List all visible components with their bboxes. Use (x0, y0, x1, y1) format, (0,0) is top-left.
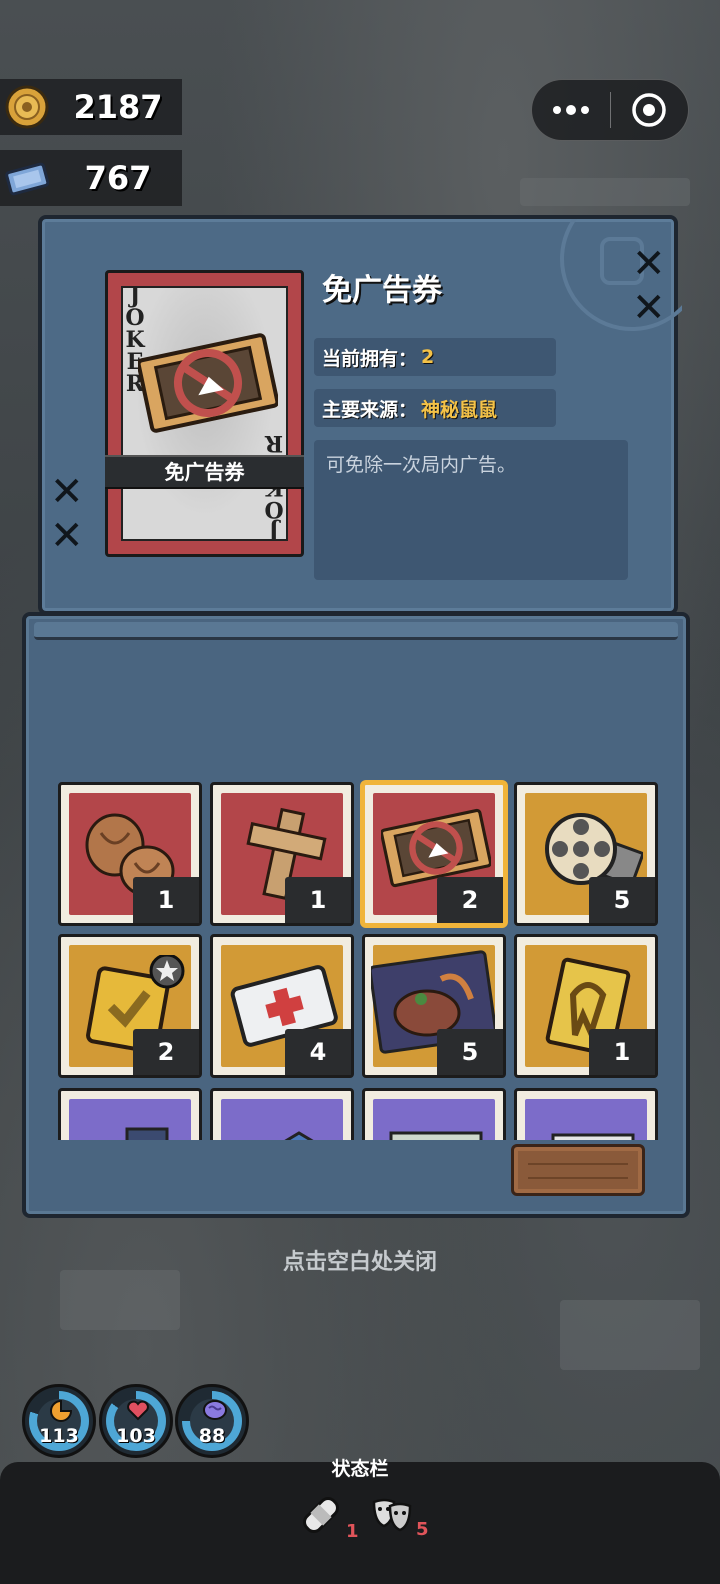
inventory-slot-no-ad-ticket[interactable]: 2 (362, 782, 506, 926)
ticket-icon (0, 151, 54, 205)
item-count: 4 (285, 1029, 351, 1075)
mask-count: 5 (416, 1519, 429, 1540)
inventory-slot-medical-card[interactable]: 4 (210, 934, 354, 1078)
item-count: 2 (437, 877, 503, 923)
x-scratch-decoration: ✕ (632, 241, 666, 287)
purple-item-icon (381, 1121, 491, 1140)
background-shape (560, 1300, 700, 1370)
owned-value: 2 (421, 346, 435, 368)
x-scratch-decoration: ✕ (50, 469, 84, 515)
close-hint[interactable]: 点击空白处关闭 (0, 1244, 720, 1276)
source-label: 主要来源： (322, 398, 418, 421)
status-bar-title: 状态栏 (331, 1458, 389, 1480)
coin-icon (0, 80, 54, 134)
source-row: 主要来源： 神秘鼠鼠 (314, 389, 556, 427)
status-bar: 状态栏 1 5 (0, 1458, 720, 1584)
inventory-slot-steak-package[interactable]: 5 (362, 934, 506, 1078)
item-title: 免广告券 (322, 273, 442, 308)
item-count: 2 (133, 1029, 199, 1075)
wooden-plank-button[interactable] (511, 1144, 645, 1196)
heart-icon (126, 1399, 150, 1425)
more-dots-icon[interactable] (532, 80, 610, 140)
ticket-counter: 767 (0, 150, 182, 206)
purple-item-icon (229, 1121, 339, 1140)
sanity-stat[interactable]: 88 (175, 1384, 249, 1458)
item-count: 1 (133, 877, 199, 923)
owned-label: 当前拥有： (322, 347, 418, 370)
coin-counter: 2187 (0, 79, 182, 135)
card-label: 免广告券 (105, 455, 304, 489)
inventory-slot-purple-item-2[interactable] (210, 1088, 354, 1140)
item-count: 1 (285, 877, 351, 923)
theater-mask-icon (370, 1492, 414, 1540)
owned-row: 当前拥有： 2 (314, 338, 556, 376)
bandage-count: 1 (346, 1521, 359, 1542)
inventory-slot-walnuts[interactable]: 1 (58, 782, 202, 926)
sanity-value: 88 (198, 1425, 226, 1447)
item-count: 5 (589, 877, 655, 923)
item-count: 1 (589, 1029, 655, 1075)
inventory-slot-wooden-cross[interactable]: 1 (210, 782, 354, 926)
background-shape (520, 178, 690, 206)
brain-icon (202, 1399, 228, 1425)
health-stat[interactable]: 103 (99, 1384, 173, 1458)
inventory-slot-purple-item-3[interactable] (362, 1088, 506, 1140)
status-mask[interactable]: 5 (370, 1492, 429, 1540)
purple-item-icon (533, 1121, 643, 1140)
hunger-stat[interactable]: 113 (22, 1384, 96, 1458)
inventory-slot-film-reel[interactable]: 5 (514, 782, 658, 926)
inventory-grid: 1 1 2 5 2 4 5 1 (50, 776, 664, 1140)
panel-flap (34, 622, 678, 640)
item-description: 可免除一次局内广告。 (314, 440, 628, 580)
inventory-slot-gold-ribbon-card[interactable]: 1 (514, 934, 658, 1078)
source-value: 神秘鼠鼠 (421, 398, 498, 421)
purple-item-icon (77, 1121, 187, 1140)
coin-amount: 2187 (73, 88, 163, 126)
status-bandage[interactable]: 1 (298, 1492, 359, 1542)
x-scratch-decoration: ✕ (50, 513, 84, 559)
background-shape (60, 1270, 180, 1330)
hunger-icon (49, 1399, 73, 1427)
mini-program-capsule (531, 79, 689, 141)
inventory-slot-purple-item-4[interactable] (514, 1088, 658, 1140)
ticket-amount: 767 (84, 159, 152, 197)
no-ad-ticket-icon (136, 333, 280, 437)
health-value: 103 (116, 1425, 156, 1447)
inventory-slot-gold-badge[interactable]: 2 (58, 934, 202, 1078)
bandage-icon (298, 1492, 344, 1542)
inventory-slot-purple-item-1[interactable] (58, 1088, 202, 1140)
target-close-icon[interactable] (611, 80, 689, 140)
item-card: JOKER JOKER 免广告券 (105, 270, 304, 557)
item-count: 5 (437, 1029, 503, 1075)
x-scratch-decoration: ✕ (632, 285, 666, 331)
hunger-value: 113 (39, 1425, 79, 1447)
